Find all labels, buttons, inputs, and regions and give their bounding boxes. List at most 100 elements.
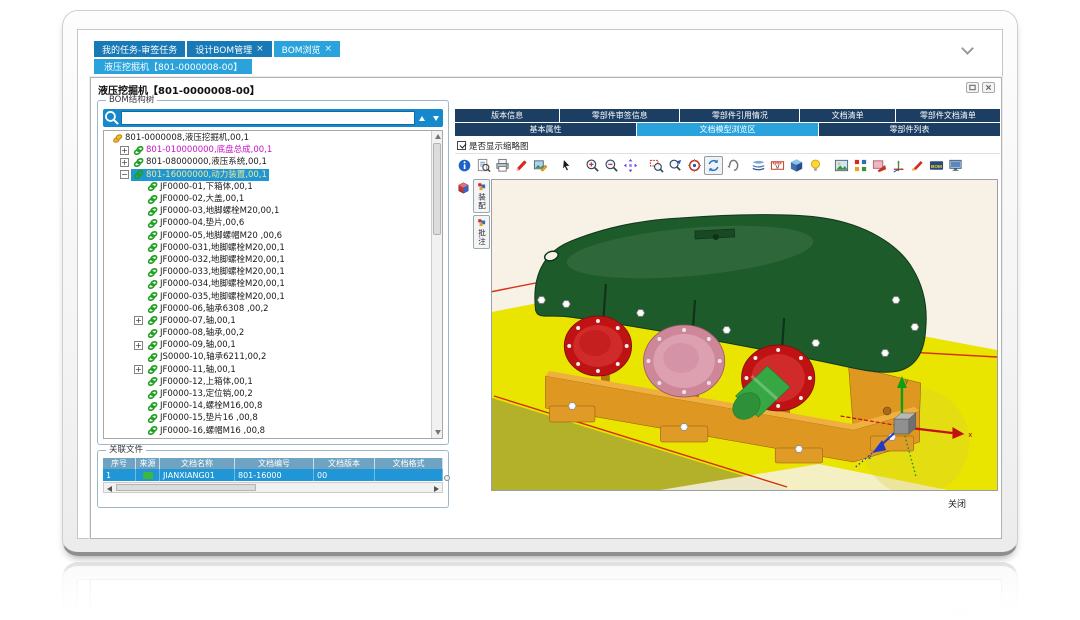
search-icon[interactable] <box>103 109 121 127</box>
explode-icon[interactable] <box>851 156 870 175</box>
tab-close-icon[interactable]: × <box>325 45 333 54</box>
viewer-panel-icon[interactable] <box>456 181 471 196</box>
tree-item[interactable]: +JF0000-09,轴,00,1 <box>104 339 431 351</box>
detail-tab-2[interactable]: 零部件审签信息 <box>560 109 679 122</box>
expand-icon[interactable]: + <box>134 341 143 350</box>
detail-tab-5[interactable]: 零部件文档清单 <box>896 109 1000 122</box>
zoom-in-icon[interactable] <box>583 156 602 175</box>
expand-icon[interactable]: + <box>120 146 129 155</box>
collapse-icon[interactable]: − <box>120 170 129 179</box>
expand-icon[interactable]: + <box>134 316 143 325</box>
close-icon[interactable] <box>982 82 995 93</box>
detail-tab-1[interactable]: 版本信息 <box>455 109 559 122</box>
zoom-out-icon[interactable] <box>602 156 621 175</box>
restore-icon[interactable] <box>966 82 979 93</box>
monitor-icon[interactable] <box>946 156 965 175</box>
tree-item[interactable]: JF0000-16,螺帽M16 ,00,8 <box>104 425 431 437</box>
select-icon[interactable] <box>557 156 576 175</box>
expand-icon[interactable]: + <box>120 158 129 167</box>
tree-item[interactable]: JF0000-12,上箱体,00,1 <box>104 376 431 388</box>
pan-icon[interactable] <box>723 156 742 175</box>
view-tab-2[interactable]: 文档模型浏览区 <box>637 123 818 136</box>
image-icon[interactable] <box>832 156 851 175</box>
fit-icon[interactable] <box>621 156 640 175</box>
tree-item[interactable]: JF0000-02,大盖,00,1 <box>104 193 431 205</box>
model-canvas[interactable]: x y z <box>491 179 998 491</box>
tree-item[interactable]: JF0000-01,下箱体,00,1 <box>104 181 431 193</box>
column-header[interactable]: 文档编号 <box>235 458 314 469</box>
tree-item[interactable]: JF0000-15,垫片16 ,00,8 <box>104 412 431 424</box>
thumbnail-checkbox[interactable] <box>457 141 466 150</box>
viewer-side-tab-1[interactable]: 装配 <box>473 179 490 213</box>
tree-item[interactable]: +JF0000-11,轴,00,1 <box>104 364 431 376</box>
view-tab-3[interactable]: 零部件列表 <box>819 123 1000 136</box>
column-header[interactable]: 序号 <box>103 458 136 469</box>
tree-item[interactable]: JF0000-035,地脚螺栓M20,00,1 <box>104 290 431 302</box>
chevron-down-icon[interactable] <box>963 44 972 53</box>
zoom-select-icon[interactable] <box>666 156 685 175</box>
rotate-center-icon[interactable] <box>685 156 704 175</box>
redline-icon[interactable] <box>870 156 889 175</box>
measure-icon[interactable]: M <box>768 156 787 175</box>
print-icon[interactable] <box>493 156 512 175</box>
scroll-right-icon[interactable] <box>434 486 439 492</box>
tree-item[interactable]: JS0000-10,轴承6211,00,2 <box>104 351 431 363</box>
hscroll-thumb[interactable] <box>116 484 256 491</box>
search-next-icon[interactable] <box>429 109 443 127</box>
bom-icon[interactable]: BOM <box>927 156 946 175</box>
scroll-thumb[interactable] <box>433 143 441 235</box>
scroll-left-icon[interactable] <box>107 486 112 492</box>
expand-icon[interactable]: + <box>134 365 143 374</box>
preview-icon[interactable] <box>474 156 493 175</box>
tab-close-icon[interactable]: × <box>256 45 264 54</box>
document-subtab[interactable]: 液压挖掘机【801-0000008-00】 <box>94 59 252 74</box>
tree-item[interactable]: +801-010000000,底盘总成,00,1 <box>104 144 431 156</box>
tree-item[interactable]: JF0000-05,地脚螺帽M20 ,00,6 <box>104 230 431 242</box>
files-hscrollbar[interactable] <box>103 482 443 493</box>
rotate-icon[interactable] <box>704 156 723 175</box>
tree-item[interactable]: +801-08000000,液压系统,00,1 <box>104 156 431 168</box>
tree-item[interactable]: JF0000-13,定位销,00,2 <box>104 388 431 400</box>
tree-item[interactable]: JF0000-04,垫片,00,6 <box>104 217 431 229</box>
close-button[interactable]: 关闭 <box>948 497 966 510</box>
view-tab-1[interactable]: 基本属性 <box>455 123 636 136</box>
info-icon[interactable] <box>455 156 474 175</box>
zoom-window-icon[interactable] <box>647 156 666 175</box>
tab-3[interactable]: BOM浏览× <box>274 41 340 57</box>
tree-item[interactable]: −801-16000000,动力装置,00,1 <box>104 169 431 181</box>
brush-icon[interactable] <box>908 156 927 175</box>
tree-item[interactable]: JF0000-08,轴承,00,2 <box>104 327 431 339</box>
tree-item[interactable]: JF0000-033,地脚螺栓M20,00,1 <box>104 266 431 278</box>
markup-icon[interactable] <box>512 156 531 175</box>
column-header[interactable]: 来源 <box>136 458 160 469</box>
tree-item[interactable]: +JF0000-07,轴,00,1 <box>104 315 431 327</box>
column-header[interactable]: 文档格式 <box>375 458 443 469</box>
tree-item[interactable]: JF0000-06,轴承6308 ,00,2 <box>104 303 431 315</box>
axis-icon[interactable] <box>889 156 908 175</box>
bulb-icon[interactable] <box>806 156 825 175</box>
search-prev-icon[interactable] <box>415 109 429 127</box>
view-cube-icon[interactable] <box>787 156 806 175</box>
tree-item[interactable]: JF0000-031,地脚螺栓M20,00,1 <box>104 242 431 254</box>
edit-image-icon[interactable] <box>531 156 550 175</box>
column-header[interactable]: 文档名称 <box>160 458 235 469</box>
viewer-side-tab-2[interactable]: 批注 <box>473 215 490 249</box>
search-input[interactable] <box>121 111 415 125</box>
tree-item[interactable]: JF0000-032,地脚螺栓M20,00,1 <box>104 254 431 266</box>
scroll-down-icon[interactable] <box>435 430 441 435</box>
tree-item-content: JF0000-01,下箱体,00,1 <box>145 181 255 193</box>
scroll-up-icon[interactable] <box>435 134 441 139</box>
files-table-header: 序号来源文档名称文档编号文档版本文档格式 <box>103 458 443 469</box>
tree-item[interactable]: JF0000-03,地脚螺栓M20,00,1 <box>104 205 431 217</box>
table-row[interactable]: 1JIANXIANG01801-1600000 <box>103 469 443 481</box>
tree-scrollbar[interactable] <box>431 131 442 438</box>
tab-2[interactable]: 设计BOM管理× <box>187 41 271 57</box>
detail-tab-3[interactable]: 零部件引用情况 <box>680 109 799 122</box>
detail-tab-4[interactable]: 文档清单 <box>800 109 894 122</box>
tab-1[interactable]: 我的任务-审签任务 <box>94 41 185 57</box>
layers-icon[interactable] <box>749 156 768 175</box>
column-header[interactable]: 文档版本 <box>314 458 375 469</box>
tree-item[interactable]: 801-0000008,液压挖掘机,00,1 <box>104 132 431 144</box>
tree-item[interactable]: JF0000-14,螺栓M16,00,8 <box>104 400 431 412</box>
tree-item[interactable]: JF0000-034,地脚螺栓M20,00,1 <box>104 278 431 290</box>
